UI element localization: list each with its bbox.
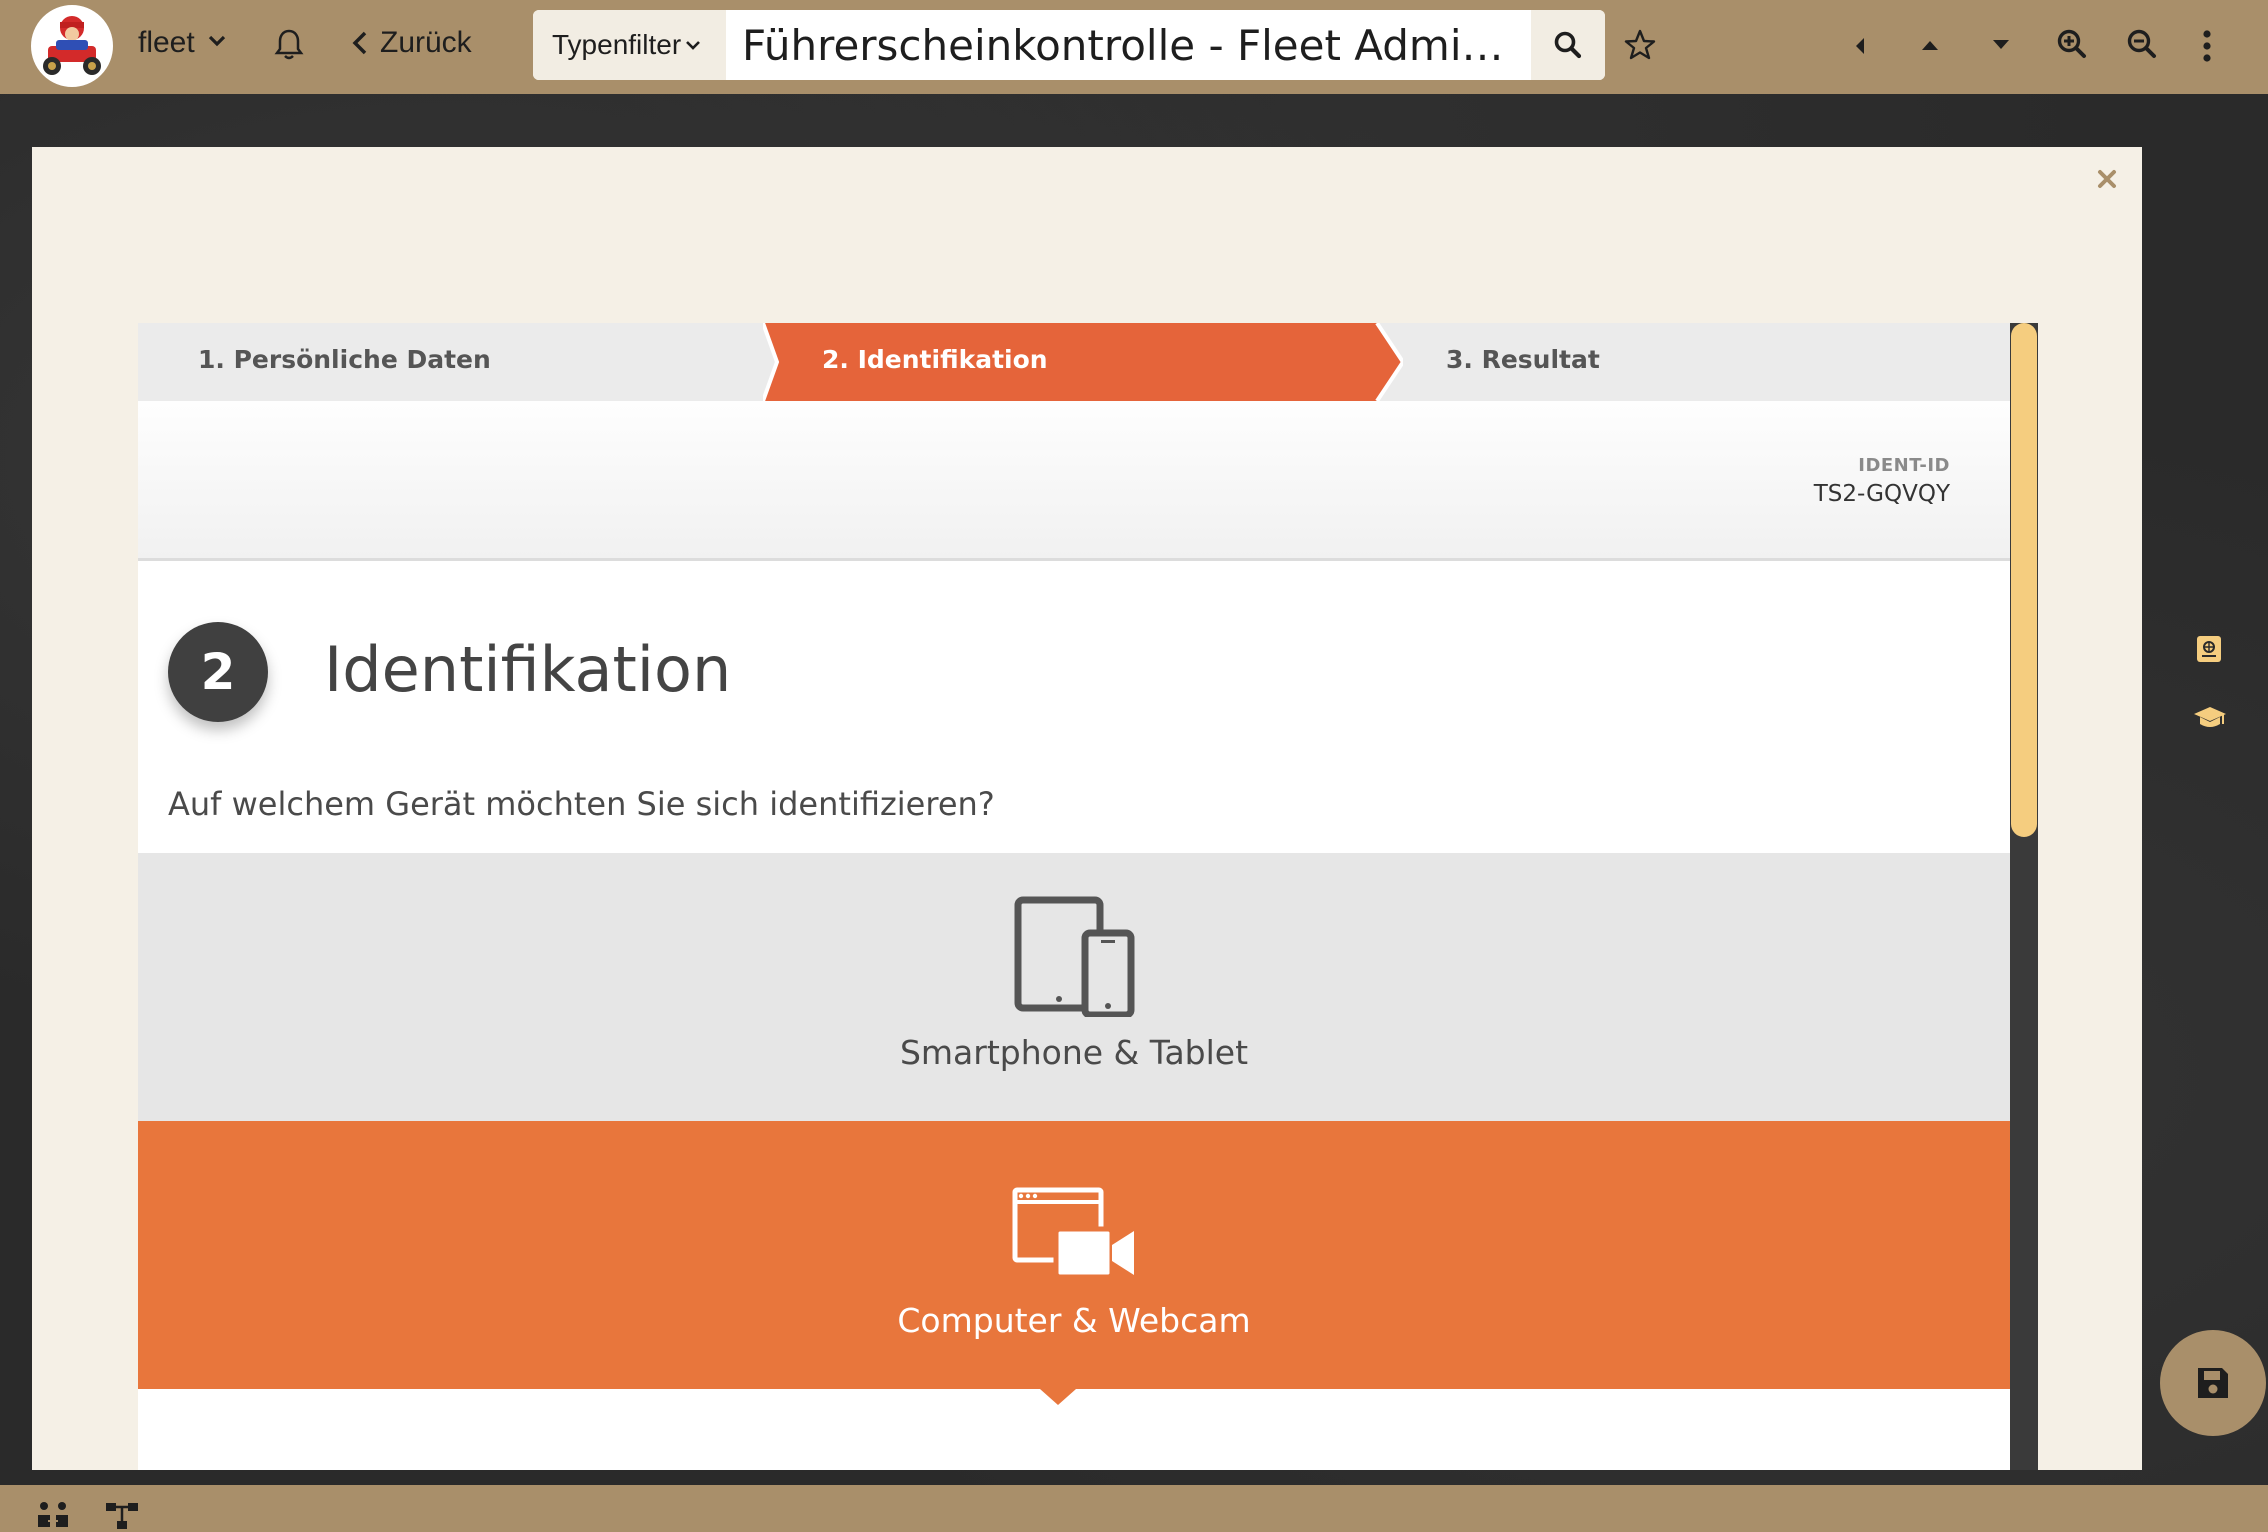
section-title: Identifikation (324, 633, 732, 706)
search-bar: Typenfilter (533, 10, 1605, 80)
step-number-badge: 2 (168, 622, 268, 722)
bottom-bar (0, 1485, 2268, 1532)
caret-left-icon[interactable] (1853, 36, 1867, 56)
devices-icon (1013, 895, 1135, 1017)
address-book-icon[interactable] (2194, 634, 2224, 664)
close-button[interactable] (2094, 166, 2120, 192)
step-identification[interactable]: 2. Identifikation (822, 345, 1048, 374)
zoom-in-icon[interactable] (2056, 28, 2088, 60)
identification-frame: 1. Persönliche Daten 2. Identifikation 3… (138, 323, 2010, 1470)
back-button[interactable]: Zurück (352, 26, 472, 60)
bell-icon[interactable] (274, 28, 304, 62)
save-button[interactable] (2160, 1330, 2266, 1436)
top-bar: fleet Zurück Typenfilter (0, 0, 2268, 94)
avatar-image (34, 8, 110, 84)
option-smartphone-tablet[interactable]: Smartphone & Tablet (138, 853, 2010, 1121)
back-label: Zurück (380, 26, 472, 59)
ident-id-value: TS2-GQVQY (1813, 481, 1950, 507)
close-icon (2098, 170, 2116, 188)
avatar[interactable] (31, 5, 113, 87)
search-input[interactable] (726, 10, 1526, 80)
wizard-steps: 1. Persönliche Daten 2. Identifikation 3… (138, 323, 2010, 401)
floppy-disk-icon (2198, 1368, 2228, 1398)
search-icon (1554, 31, 1582, 59)
type-filter-label: Typenfilter (552, 29, 682, 60)
webcam-icon (1012, 1163, 1136, 1285)
scrollbar-thumb[interactable] (2011, 323, 2037, 837)
step-result[interactable]: 3. Resultat (1446, 345, 1600, 374)
selection-pointer (1040, 1389, 1076, 1405)
more-vertical-icon[interactable] (2202, 30, 2212, 62)
ident-id-label: IDENT-ID (1858, 455, 1950, 476)
star-icon[interactable] (1623, 28, 1657, 62)
type-filter-dropdown[interactable]: Typenfilter (533, 10, 726, 80)
graduation-cap-icon[interactable] (2192, 705, 2228, 731)
step-personal-data[interactable]: 1. Persönliche Daten (198, 345, 491, 374)
chevron-left-icon (352, 31, 367, 55)
device-question: Auf welchem Gerät möchten Sie sich ident… (168, 785, 995, 823)
hierarchy-icon[interactable] (104, 1501, 140, 1531)
option-smartphone-label: Smartphone & Tablet (899, 1033, 1249, 1072)
user-menu-label[interactable]: fleet (138, 26, 195, 60)
ident-header: IDENT-ID TS2-GQVQY (138, 401, 2010, 561)
chevron-down-icon[interactable] (208, 34, 226, 48)
option-computer-webcam[interactable]: Computer & Webcam (138, 1121, 2010, 1389)
chevron-down-icon (686, 41, 701, 50)
zoom-out-icon[interactable] (2126, 28, 2158, 60)
option-webcam-label: Computer & Webcam (897, 1301, 1251, 1340)
users-link-icon[interactable] (36, 1501, 70, 1531)
search-button[interactable] (1531, 10, 1605, 80)
caret-up-icon[interactable] (1920, 38, 1940, 52)
caret-down-icon[interactable] (1991, 38, 2011, 52)
